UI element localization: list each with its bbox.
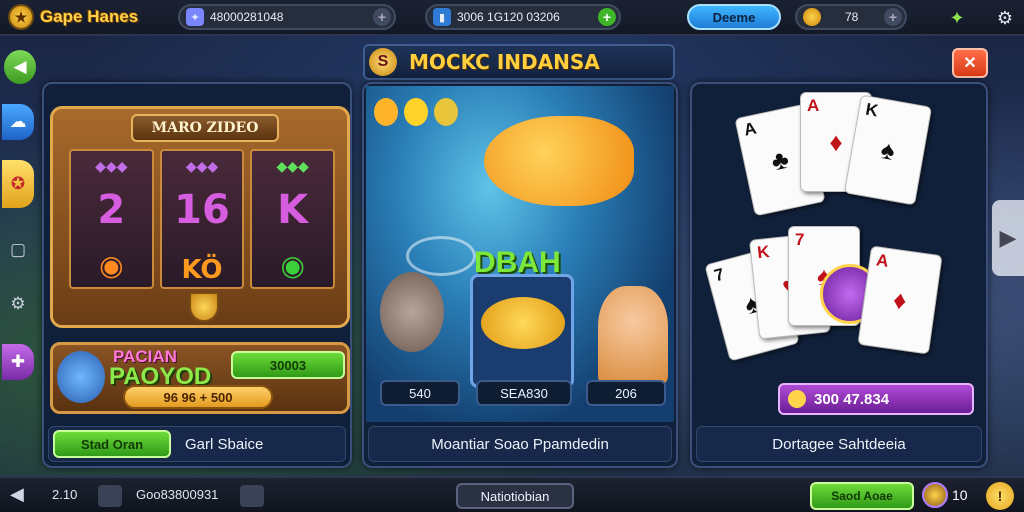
slot-bonus-bar: PACIAN PAOYOD 30003 96 96 + 500 bbox=[50, 342, 350, 414]
panel-footer: Moantiar Soao Ppamdedin bbox=[368, 426, 672, 462]
ribbon-icon: ◆◆◆ bbox=[95, 159, 128, 175]
playing-card: A ♦ bbox=[857, 245, 943, 355]
window-icon[interactable]: ▢ bbox=[2, 232, 34, 268]
fish-icon: ◉ bbox=[280, 249, 305, 282]
bottom-time: 2.10 bbox=[52, 487, 78, 502]
dog-face-icon[interactable]: ★ bbox=[8, 4, 34, 30]
reel-symbol: 2 bbox=[97, 187, 126, 233]
slot-game-panel[interactable]: MARO ZIDEO ◆◆◆ 2 ◉ ◆◆◆ 16 KÖ ◆◆◆ K ◉ PAC… bbox=[42, 82, 352, 468]
cards-game-panel[interactable]: A♣ A♦ K♠ 7♠ K♥ 7♠ A♦ 300 47.834 Dortagee… bbox=[690, 82, 988, 468]
splash-icon bbox=[406, 236, 476, 276]
puzzle-icon[interactable]: ✚ bbox=[2, 344, 34, 380]
top-bar: ★ Gaрe Hanes ✦ 48000281048 + ▮ 3006 1G12… bbox=[0, 0, 1024, 36]
purple-value-bar[interactable]: 300 47.834 bbox=[778, 383, 974, 415]
next-arrow-icon[interactable]: ▶ bbox=[992, 200, 1024, 276]
phone-icon: ▮ bbox=[433, 8, 451, 26]
green-action-button[interactable]: Saod Aoae bbox=[810, 482, 914, 510]
reel-1: ◆◆◆ 2 ◉ bbox=[69, 149, 154, 289]
start-button[interactable]: Stad Oran bbox=[53, 430, 171, 458]
resource-value: 48000281048 bbox=[210, 10, 284, 24]
fish-icon bbox=[481, 297, 565, 349]
reel-symbol: K bbox=[277, 187, 309, 233]
close-button[interactable]: ✕ bbox=[952, 48, 988, 78]
notification-button[interactable]: Natiotiobian bbox=[456, 483, 574, 509]
left-value-pill[interactable]: 540 bbox=[380, 380, 460, 406]
bell-icon bbox=[404, 98, 428, 126]
golden-fish-icon bbox=[484, 116, 634, 206]
bet-pill[interactable]: 96 96 + 500 bbox=[123, 385, 273, 409]
mid-value-pill[interactable]: SEA830 bbox=[476, 380, 572, 406]
right-value: 206 bbox=[615, 385, 637, 401]
shield-icon bbox=[189, 292, 219, 322]
ribbon-icon: ◆◆◆ bbox=[185, 159, 219, 175]
resource-pill-phone[interactable]: ▮ 3006 1G120 03206 + bbox=[425, 4, 621, 30]
resource-value: 3006 1G120 03206 bbox=[457, 10, 560, 24]
plus-icon[interactable]: + bbox=[598, 8, 616, 26]
bottom-count: 10 bbox=[952, 487, 968, 503]
compass-icon[interactable]: ✪ bbox=[2, 160, 34, 208]
otter-icon bbox=[380, 272, 444, 352]
girl-character-icon bbox=[598, 286, 668, 386]
blue-badge-label: Deeme bbox=[712, 9, 756, 25]
info-icon[interactable]: ! bbox=[986, 482, 1014, 510]
notification-label: Natiotiobian bbox=[480, 488, 550, 504]
ribbon-icon: ◆◆◆ bbox=[276, 159, 309, 175]
bet-text: 96 96 + 500 bbox=[163, 389, 233, 405]
gear-icon[interactable]: ⚙ bbox=[992, 5, 1018, 31]
plus-icon[interactable]: + bbox=[373, 8, 391, 26]
lantern-icon bbox=[374, 98, 398, 126]
green-action-label: Saod Aoae bbox=[831, 489, 893, 503]
cloud-game-icon[interactable]: ☁ bbox=[2, 104, 34, 140]
panel-label: Dortagee Sahtdeeia bbox=[772, 435, 906, 453]
trophy-icon bbox=[434, 98, 458, 126]
reel-symbol: 16 bbox=[174, 187, 230, 233]
doc-icon[interactable] bbox=[98, 485, 122, 507]
coin-icon bbox=[788, 390, 806, 408]
slot-machine-frame: MARO ZIDEO ◆◆◆ 2 ◉ ◆◆◆ 16 KÖ ◆◆◆ K ◉ bbox=[50, 106, 350, 328]
cat-mascot-icon bbox=[57, 351, 105, 403]
plus-icon[interactable]: + bbox=[884, 8, 902, 26]
right-value-pill[interactable]: 206 bbox=[586, 380, 666, 406]
panel-label: Moantiar Soao Ppamdedin bbox=[431, 435, 609, 453]
coin-icon[interactable] bbox=[922, 482, 948, 508]
title-banner: S MOCKC INDANSA bbox=[363, 44, 675, 80]
settings-icon[interactable]: ⚙ bbox=[2, 286, 34, 322]
gift-icon[interactable]: ✦ bbox=[944, 5, 970, 31]
panel-footer: Dortagee Sahtdeeia bbox=[696, 426, 982, 462]
fishing-title: MOCKC INDANSA bbox=[409, 50, 600, 74]
gem-bag-icon: ✦ bbox=[186, 8, 204, 26]
left-value: 540 bbox=[409, 385, 431, 401]
bottom-code: Goo83800931 bbox=[136, 487, 219, 502]
reel-2: ◆◆◆ 16 KÖ bbox=[159, 149, 245, 289]
green-value: 30003 bbox=[269, 357, 307, 373]
coin-icon bbox=[803, 8, 821, 26]
slot-reels: ◆◆◆ 2 ◉ ◆◆◆ 16 KÖ ◆◆◆ K ◉ bbox=[69, 149, 336, 289]
panel-footer: Stad Oran Garl Sbaice bbox=[48, 426, 346, 462]
water-scene: DBAH bbox=[366, 86, 674, 422]
purple-value: 300 47.834 bbox=[814, 390, 890, 408]
fish-card bbox=[470, 274, 574, 388]
reel-symbol: KÖ bbox=[181, 255, 223, 285]
fishing-game-panel[interactable]: DBAH 540 SEA830 206 Moantiar Soao Ppamde… bbox=[362, 82, 678, 468]
resource-pill-gems[interactable]: ✦ 48000281048 + bbox=[178, 4, 396, 30]
scene-icons bbox=[374, 98, 458, 126]
back-arrow-icon[interactable]: ◀ bbox=[10, 484, 24, 505]
blue-badge-button[interactable]: Deeme bbox=[687, 4, 781, 30]
panel-label: Garl Sbaice bbox=[185, 435, 264, 453]
green-value-button[interactable]: 30003 bbox=[231, 351, 345, 379]
reel-3: ◆◆◆ K ◉ bbox=[250, 149, 336, 289]
coins-value: 78 bbox=[845, 10, 859, 24]
slot-sign: MARO ZIDEO bbox=[131, 114, 279, 142]
bottom-bar: ◀ 2.10 Goo83800931 Natiotiobian Saod Aoa… bbox=[0, 476, 1024, 512]
s-badge-icon: S bbox=[369, 48, 397, 76]
back-arrow-icon[interactable]: ◀ bbox=[4, 50, 36, 84]
fish-icon: ◉ bbox=[99, 249, 124, 282]
app-title: Gaрe Hanes bbox=[40, 7, 139, 26]
start-button-label: Stad Oran bbox=[80, 436, 144, 452]
controller-icon[interactable] bbox=[240, 485, 264, 507]
mid-value: SEA830 bbox=[500, 385, 548, 401]
coins-pill[interactable]: 78 + bbox=[795, 4, 907, 30]
